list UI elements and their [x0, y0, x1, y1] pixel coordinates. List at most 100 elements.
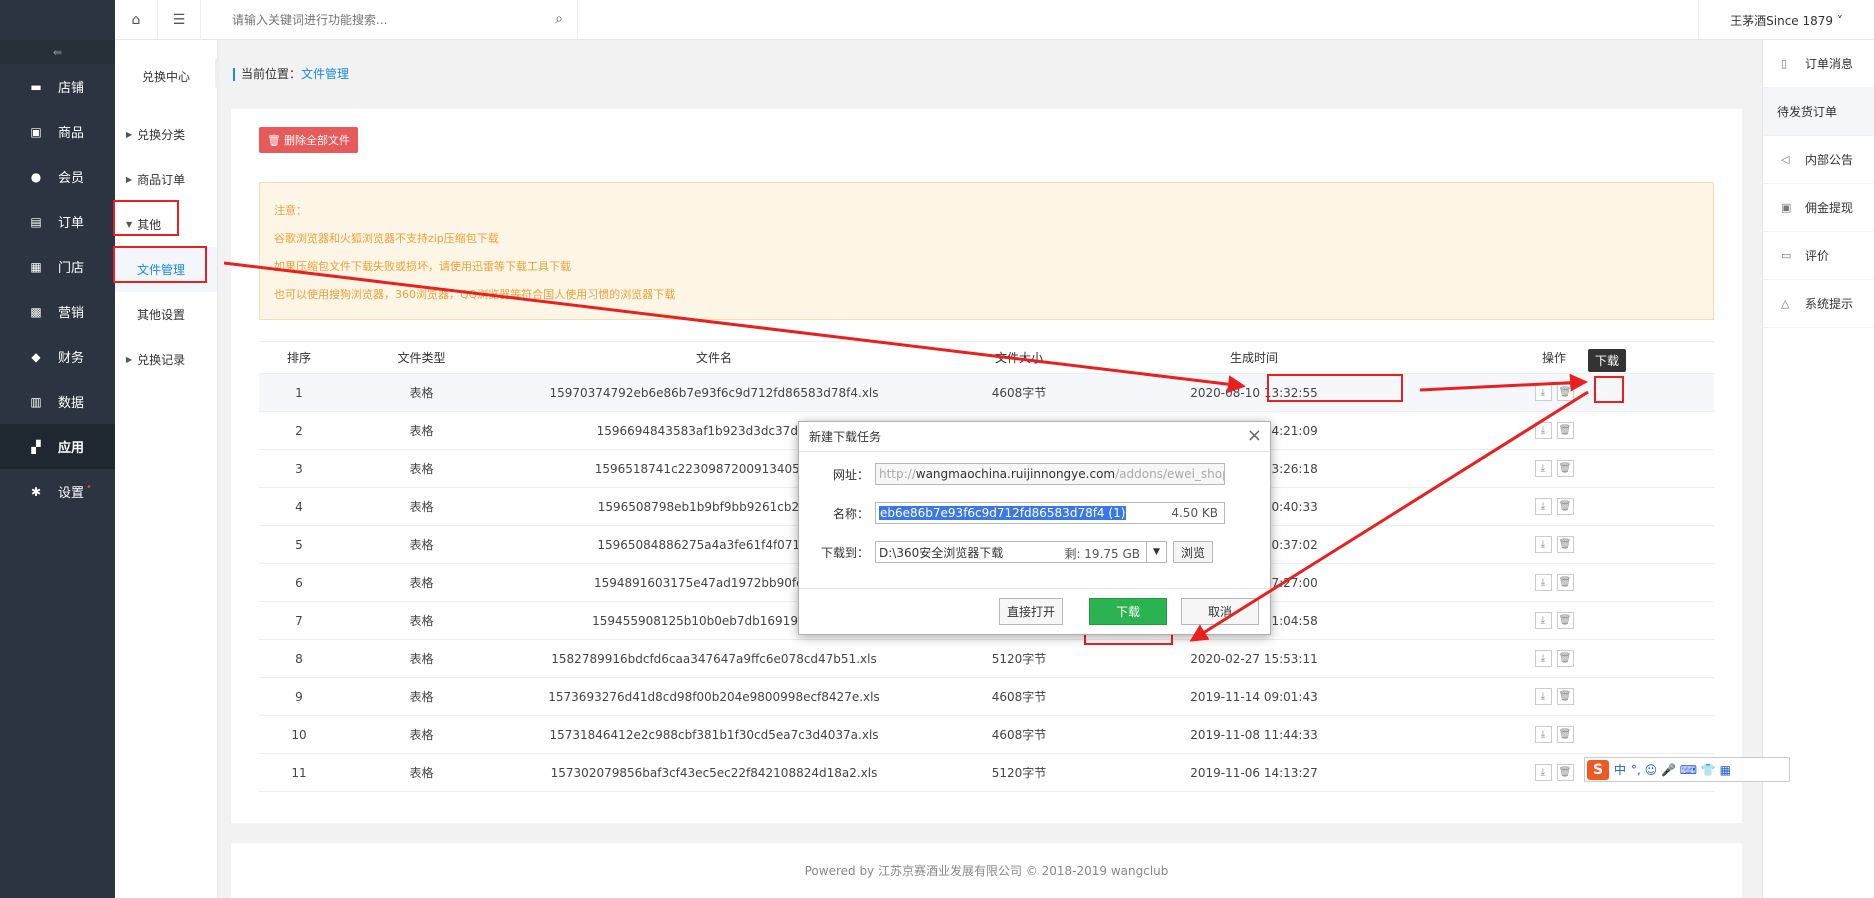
- close-icon[interactable]: ×: [1247, 425, 1262, 446]
- sidebar-item-store[interactable]: ▦ 门店: [0, 244, 115, 289]
- rp-announcements[interactable]: ◁ 内部公告: [1763, 136, 1874, 184]
- table-row: 1 表格 15970374792eb6e86b7e93f6c9d712fd86583…: [259, 373, 1714, 412]
- brand-area: [0, 0, 115, 40]
- trash-icon[interactable]: 🗑: [1556, 612, 1574, 629]
- table-row: 8 表格 1582789916bdcfd6caa347647a9ffc6e078cd…: [259, 639, 1714, 678]
- sub-navigation: 兑换中心 « ▶兑换分类 ▶商品订单 ▼其他 文件管理 其他设置 ▶兑换记录: [115, 40, 227, 898]
- browse-button[interactable]: 浏览: [1173, 541, 1214, 563]
- cancel-button[interactable]: 取消: [1181, 598, 1259, 625]
- sidebar-item-data[interactable]: ▥ 数据: [0, 379, 115, 424]
- trash-icon[interactable]: 🗑: [1556, 726, 1574, 743]
- annotation-box-file-management: [113, 246, 207, 283]
- search-input[interactable]: [232, 13, 532, 27]
- search-box: ⌕: [218, 0, 578, 40]
- shop-front-icon: ▦: [30, 259, 42, 274]
- home-icon[interactable]: ⌂: [115, 0, 158, 40]
- download-icon[interactable]: ⤓: [1534, 460, 1552, 477]
- table-row: 11 表格 157302079856baf3cf43ec5ec22f84210882…: [259, 753, 1714, 792]
- path-dropdown-icon[interactable]: ▼: [1147, 541, 1167, 563]
- trash-icon[interactable]: 🗑: [1556, 498, 1574, 515]
- ime-toolbar[interactable]: S 中 °, ☺ 🎤 ⌨ 👕 ▦: [1584, 757, 1790, 782]
- breadcrumb-current[interactable]: 文件管理: [301, 67, 349, 81]
- subnav-item-exchange-category[interactable]: ▶ 兑换分类: [115, 112, 217, 157]
- download-icon[interactable]: ⤓: [1534, 574, 1552, 591]
- download-icon[interactable]: ⤓: [1534, 688, 1552, 705]
- table-row: 9 表格 1573693276d41d8cd98f00b204e9800998ecf…: [259, 677, 1714, 716]
- subnav-item-other-settings[interactable]: 其他设置: [115, 292, 217, 337]
- rp-commission-withdraw[interactable]: ▣ 佣金提现: [1763, 184, 1874, 232]
- top-bar: ⌂ ☰ ⌕ 王茅酒Since 1879 ˅: [115, 0, 1874, 40]
- footer: Powered by 江苏京赛酒业发展有限公司 © 2018-2019 wang…: [231, 843, 1742, 898]
- rp-pending-shipment[interactable]: 待发货订单: [1763, 88, 1874, 136]
- trash-icon[interactable]: 🗑: [1556, 688, 1574, 705]
- bell-icon: △: [1781, 297, 1790, 310]
- sidebar-collapse-icon[interactable]: ⇚: [0, 40, 115, 64]
- order-icon: ▤: [30, 214, 42, 229]
- gift-icon: ▩: [30, 304, 42, 319]
- download-icon[interactable]: ⤓: [1534, 498, 1552, 515]
- filename-field[interactable]: eb6e86b7e93f6c9d712fd86583d78f4 (1) 4.50…: [875, 502, 1225, 524]
- download-tooltip: 下载: [1588, 349, 1627, 372]
- sidebar-item-app[interactable]: ▞ 应用: [0, 424, 115, 469]
- trash-icon[interactable]: 🗑: [1556, 574, 1574, 591]
- download-icon[interactable]: ⤓: [1534, 384, 1552, 401]
- subnav-title: 兑换中心: [141, 69, 190, 84]
- sidebar-item-marketing[interactable]: ▩ 营销: [0, 289, 115, 334]
- sidebar-item-product[interactable]: ▣ 商品: [0, 109, 115, 154]
- annotation-box-other: [113, 200, 179, 236]
- product-icon: ▣: [30, 124, 42, 139]
- wallet-icon: ▣: [1781, 201, 1792, 214]
- speaker-icon: ◁: [1781, 153, 1790, 166]
- ime-extras[interactable]: °, ☺ 🎤 ⌨ 👕 ▦: [1631, 763, 1731, 777]
- sidebar-item-settings[interactable]: ✱ 设置 •: [0, 469, 115, 514]
- rp-order-messages[interactable]: ▯ 订单消息: [1763, 40, 1874, 88]
- download-icon[interactable]: ⤓: [1534, 422, 1552, 439]
- download-button[interactable]: 下载: [1089, 598, 1167, 625]
- sidebar-item-member[interactable]: ● 会员: [0, 154, 115, 199]
- delete-all-files-button[interactable]: 🗑 删除全部文件: [259, 127, 359, 153]
- ime-lang[interactable]: 中: [1614, 761, 1626, 778]
- sidebar-item-shop[interactable]: ▬ 店铺: [0, 64, 115, 109]
- new-download-dialog: 新建下载任务 × 网址： http://wangmaochina.ruijinn…: [798, 421, 1271, 635]
- dialog-footer: 直接打开 下载 取消: [799, 588, 1270, 634]
- sidebar-item-order[interactable]: ▤ 订单: [0, 199, 115, 244]
- subnav-item-exchange-records[interactable]: ▶ 兑换记录: [115, 337, 217, 382]
- trash-icon[interactable]: 🗑: [1556, 384, 1574, 401]
- caret-right-icon: ▶: [126, 355, 133, 364]
- document-icon: ▯: [1781, 57, 1788, 70]
- save-path-field[interactable]: D:\360安全浏览器下载 剩: 19.75 GB: [875, 541, 1147, 563]
- wallet-icon: ◆: [31, 349, 41, 364]
- download-icon[interactable]: ⤓: [1534, 612, 1552, 629]
- trash-icon[interactable]: 🗑: [1556, 764, 1574, 781]
- app-grid-icon: ▞: [31, 439, 41, 454]
- annotation-box-time: [1267, 374, 1403, 402]
- trash-icon[interactable]: 🗑: [1556, 460, 1574, 477]
- menu-icon[interactable]: ☰: [158, 0, 201, 40]
- dialog-header: 新建下载任务 ×: [799, 422, 1270, 452]
- sidebar-item-finance[interactable]: ◆ 财务: [0, 334, 115, 379]
- search-icon[interactable]: ⌕: [555, 11, 563, 27]
- rp-system-notice[interactable]: △ 系统提示: [1763, 280, 1874, 328]
- path-row: 下载到： D:\360安全浏览器下载 剩: 19.75 GB ▼ 浏览: [799, 541, 1214, 563]
- name-row: 名称： eb6e86b7e93f6c9d712fd86583d78f4 (1) …: [799, 502, 1225, 524]
- trash-icon[interactable]: 🗑: [1556, 650, 1574, 667]
- open-directly-button[interactable]: 直接打开: [999, 598, 1063, 625]
- download-icon[interactable]: ⤓: [1534, 536, 1552, 553]
- download-icon[interactable]: ⤓: [1534, 650, 1552, 667]
- notification-dot-icon: •: [86, 482, 92, 493]
- trash-icon[interactable]: 🗑: [1556, 536, 1574, 553]
- trash-icon[interactable]: 🗑: [1556, 422, 1574, 439]
- rp-reviews[interactable]: ▭ 评价: [1763, 232, 1874, 280]
- main-sidebar: ⇚ ▬ 店铺 ▣ 商品 ● 会员 ▤ 订单 ▦ 门店 ▩ 营销 ◆ 财务 ▥ 数据 ▞ 应用 ✱ 设置 •: [0, 0, 115, 898]
- user-icon: ●: [30, 169, 42, 184]
- subnav-item-product-orders[interactable]: ▶ 商品订单: [115, 157, 217, 202]
- download-icon[interactable]: ⤓: [1534, 726, 1552, 743]
- store-icon: ▬: [30, 79, 42, 94]
- comment-icon: ▭: [1781, 249, 1792, 262]
- table-header-row: 排序 文件类型 文件名 文件大小 生成时间 操作: [259, 341, 1714, 374]
- download-icon[interactable]: ⤓: [1534, 764, 1552, 781]
- url-field[interactable]: http://wangmaochina.ruijinnongye.com/add…: [875, 463, 1225, 485]
- sogou-logo-icon: S: [1587, 759, 1609, 780]
- user-menu[interactable]: 王茅酒Since 1879 ˅: [1698, 0, 1874, 40]
- gear-icon: ✱: [30, 484, 42, 499]
